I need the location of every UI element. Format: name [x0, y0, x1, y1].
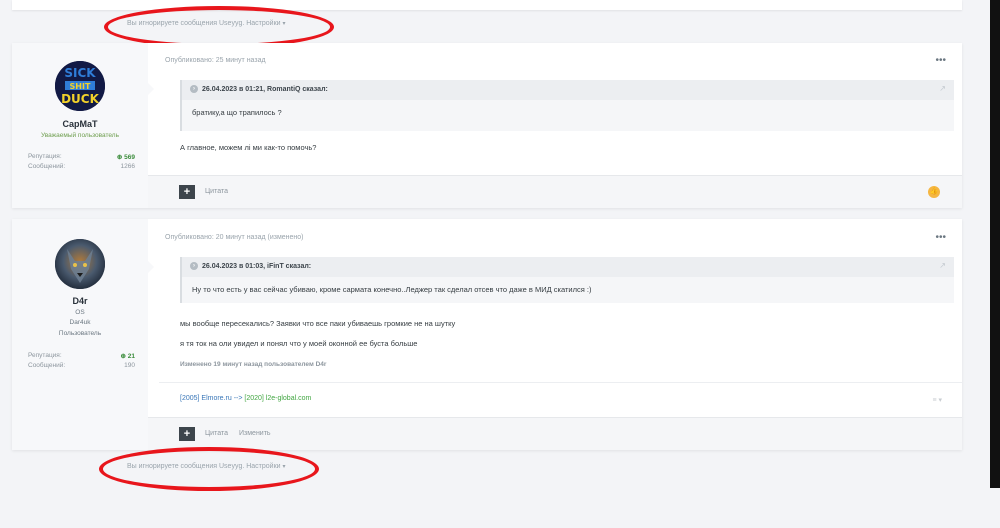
- author-name[interactable]: CapMaT: [12, 119, 148, 129]
- quote-button[interactable]: Цитата: [205, 188, 228, 195]
- quote-body: братику,а що трапилось ?: [192, 108, 282, 117]
- signature-divider: [159, 382, 962, 383]
- author-title: Уважаемый пользователь: [41, 132, 119, 139]
- dark-edge-bar: [990, 0, 1000, 488]
- multiquote-plus-button[interactable]: +: [179, 427, 195, 441]
- author-nickname: Dar4uk: [69, 319, 91, 326]
- svg-text:SICK: SICK: [64, 66, 96, 80]
- posts-value: 190: [124, 362, 135, 369]
- avatar[interactable]: SICK SHIT DUCK: [55, 61, 105, 111]
- edited-notice: Изменено 19 минут назад пользователем D4…: [180, 361, 327, 368]
- reputation-label: Репутация:: [28, 153, 62, 160]
- signature-options-icon[interactable]: ≡ ▾: [932, 396, 942, 404]
- posts-label: Сообщений:: [28, 163, 66, 170]
- wolf-avatar-icon: [55, 239, 105, 289]
- quote-icon: ›: [190, 85, 198, 94]
- more-options-icon[interactable]: •••: [935, 232, 946, 243]
- share-arrow-icon[interactable]: ↗: [939, 84, 946, 93]
- quote-header[interactable]: › 26.04.2023 в 01:21, RomantiQ сказал:: [182, 80, 954, 100]
- author-arrow: [148, 261, 154, 273]
- share-arrow-icon[interactable]: ↗: [939, 261, 946, 270]
- post-text-line: я тя ток на оли увидел и понял что у мое…: [180, 339, 418, 348]
- quote-block: › 26.04.2023 в 01:03, iFinT сказал: ↗ Ну …: [180, 257, 954, 303]
- post-footer: + Цитата Изменить: [148, 417, 962, 450]
- posts-stat: Сообщений: 190: [28, 362, 135, 369]
- reputation-value: ⊕ 21: [120, 353, 136, 360]
- post-text-line: мы вообще пересекались? Заявки что все п…: [180, 319, 456, 328]
- red-circle-annotation: [104, 6, 334, 48]
- more-options-icon[interactable]: •••: [935, 55, 946, 66]
- quote-button[interactable]: Цитата: [205, 430, 228, 437]
- author-panel: SICK SHIT DUCK CapMaT Уважаемый пользова…: [12, 43, 148, 208]
- author-title: Пользователь: [58, 330, 102, 337]
- signature-link-l2e[interactable]: [2020] l2e-global.com: [244, 395, 311, 402]
- posts-label: Сообщений:: [28, 362, 66, 369]
- author-panel: D4r OS Dar4uk Пользователь Репутация: ⊕ …: [12, 219, 148, 450]
- reputation-value: ⊕ 569: [116, 154, 135, 161]
- post-d4r: D4r OS Dar4uk Пользователь Репутация: ⊕ …: [12, 219, 962, 450]
- red-circle-annotation: [99, 447, 319, 491]
- reputation-stat: Репутация: ⊕ 569: [28, 153, 135, 161]
- post-meta[interactable]: Опубликовано: 20 минут назад (изменено): [165, 234, 304, 241]
- signature-link-elmore[interactable]: [2005] Elmore.ru -->: [180, 395, 244, 402]
- posts-stat: Сообщений: 1266: [28, 163, 135, 170]
- author-arrow: [148, 83, 154, 95]
- author-group: OS: [75, 309, 85, 316]
- post-meta[interactable]: Опубликовано: 25 минут назад: [165, 57, 266, 64]
- signature: [2005] Elmore.ru --> [2020] l2e-global.c…: [180, 395, 311, 402]
- post-footer: + Цитата 👍: [148, 175, 962, 208]
- author-name[interactable]: D4r: [12, 296, 148, 306]
- quote-header[interactable]: › 26.04.2023 в 01:03, iFinT сказал:: [182, 257, 954, 277]
- posts-value: 1266: [120, 163, 135, 170]
- edit-button[interactable]: Изменить: [239, 430, 271, 437]
- svg-text:SHIT: SHIT: [70, 82, 91, 91]
- quote-body: Ну то что есть у вас сейчас убиваю, кром…: [192, 285, 592, 294]
- svg-text:DUCK: DUCK: [61, 92, 100, 106]
- sick-duck-avatar-icon: SICK SHIT DUCK: [55, 61, 105, 111]
- reputation-label: Репутация:: [28, 352, 62, 359]
- post-capmat: SICK SHIT DUCK CapMaT Уважаемый пользова…: [12, 43, 962, 208]
- post-text: А главное, можем лі ми как-то помочь?: [180, 143, 317, 152]
- quote-block: › 26.04.2023 в 01:21, RomantiQ сказал: ↗ …: [180, 80, 954, 131]
- thumbs-up-icon[interactable]: 👍: [928, 186, 940, 198]
- multiquote-plus-button[interactable]: +: [179, 185, 195, 199]
- quote-icon: ›: [190, 262, 198, 271]
- avatar[interactable]: [55, 239, 105, 289]
- reputation-stat: Репутация: ⊕ 21: [28, 352, 136, 360]
